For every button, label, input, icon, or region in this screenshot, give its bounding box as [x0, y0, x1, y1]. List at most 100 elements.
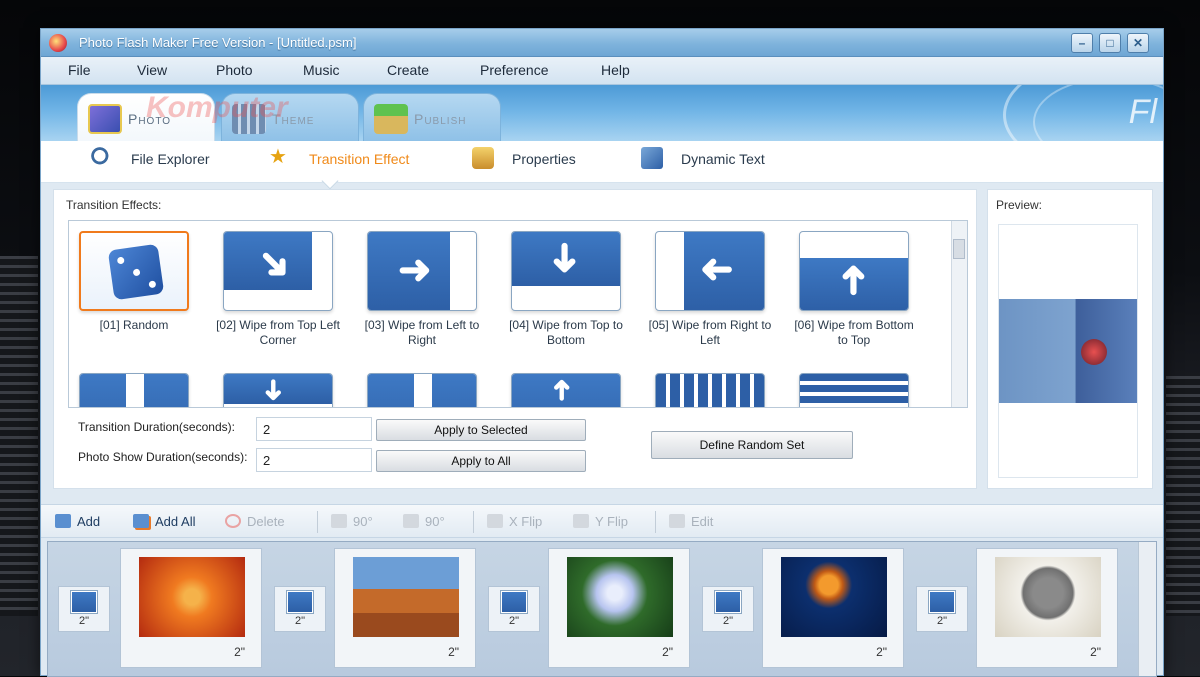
close-button[interactable]: ✕ [1127, 33, 1149, 53]
rotate-left-button[interactable]: 90° [331, 514, 373, 529]
transition-cell[interactable]: 2" [916, 586, 968, 632]
add-button[interactable]: Add [55, 514, 100, 529]
toolbar-separator [317, 511, 318, 533]
photo-duration-field[interactable]: 2 [256, 448, 372, 472]
transition-duration: 2" [722, 615, 734, 627]
photo-thumbnail-flower [139, 557, 245, 637]
apply-to-all-button[interactable]: Apply to All [376, 450, 586, 472]
subtab-file-explorer[interactable]: File Explorer [91, 147, 210, 169]
effects-scrollbar[interactable] [951, 221, 967, 407]
subtab-properties[interactable]: Properties [472, 147, 576, 169]
strip-scrollbar[interactable] [1138, 542, 1156, 676]
delete-icon [225, 514, 241, 528]
effect-wipe-left-right[interactable]: ➜ [03] Wipe from Left to Right [357, 221, 487, 351]
photo-duration: 2" [448, 645, 459, 659]
menu-preference[interactable]: Preference [480, 62, 548, 78]
subtab-dynamic-text[interactable]: Dynamic Text [641, 147, 765, 169]
photo-cell[interactable]: 2" [548, 548, 690, 668]
transition-duration-label: Transition Duration(seconds): [78, 420, 235, 434]
rotate-right-button[interactable]: 90° [403, 514, 445, 529]
background-building [1166, 376, 1200, 616]
menu-file[interactable]: File [68, 62, 91, 78]
properties-icon [472, 147, 494, 169]
blinds-horizontal-icon [799, 373, 909, 407]
preview-panel: Preview: [987, 189, 1153, 489]
rotate-right-icon [403, 514, 419, 528]
photo-thumbnail-jellyfish [781, 557, 887, 637]
photo-cell[interactable]: 2" [762, 548, 904, 668]
menu-music[interactable]: Music [303, 62, 340, 78]
add-all-button[interactable]: Add All [133, 514, 195, 529]
subtab-label: Transition Effect [309, 151, 410, 167]
photo-cell[interactable]: 2" [120, 548, 262, 668]
banner-logo-text: Fl [1128, 93, 1157, 131]
effect-blinds-vertical[interactable] [645, 363, 775, 407]
subtab-label: Properties [512, 151, 576, 167]
menu-help[interactable]: Help [601, 62, 630, 78]
transition-cell[interactable]: 2" [58, 586, 110, 632]
apply-to-selected-button[interactable]: Apply to Selected [376, 419, 586, 441]
maximize-button[interactable]: □ [1099, 33, 1121, 53]
transition-cell[interactable]: 2" [274, 586, 326, 632]
sub-toolbar: File Explorer ★ Transition Effect Proper… [41, 141, 1163, 183]
toolbar-separator [655, 511, 656, 533]
photo-cell[interactable]: 2" [976, 548, 1118, 668]
menu-view[interactable]: View [137, 62, 167, 78]
effect-split[interactable] [69, 363, 199, 407]
effect-up-band[interactable]: ➜ [501, 363, 631, 407]
wipe-split-diagonal-icon [367, 373, 477, 407]
preview-detail [1081, 339, 1107, 365]
effect-blinds-horizontal[interactable] [789, 363, 919, 407]
wipe-left-icon: ➜ [655, 231, 765, 311]
photo-thumbnail-hydrangea [567, 557, 673, 637]
app-icon [49, 34, 67, 52]
transition-icon [71, 591, 97, 613]
photo-cell[interactable]: 2" [334, 548, 476, 668]
delete-button[interactable]: Delete [225, 514, 285, 529]
x-flip-button[interactable]: X Flip [487, 514, 542, 529]
effect-wipe-top-left[interactable]: ➜ [02] Wipe from Top Left Corner [213, 221, 343, 351]
effect-down-band[interactable]: ➜ [213, 363, 343, 407]
toolbar-separator [473, 511, 474, 533]
transition-duration-field[interactable]: 2 [256, 417, 372, 441]
effect-label: [05] Wipe from Right to Left [648, 318, 772, 347]
define-random-set-button[interactable]: Define Random Set [651, 431, 853, 459]
blinds-vertical-icon [655, 373, 765, 407]
transition-icon [929, 591, 955, 613]
effect-wipe-top-bottom[interactable]: ➜ [04] Wipe from Top to Bottom [501, 221, 631, 351]
background-building [0, 256, 38, 616]
magnifier-icon [91, 147, 113, 169]
edit-icon [669, 514, 685, 528]
photo-duration: 2" [662, 645, 673, 659]
transition-duration: 2" [294, 615, 306, 627]
add-photo-icon [55, 514, 71, 528]
y-flip-button[interactable]: Y Flip [573, 514, 628, 529]
menu-photo[interactable]: Photo [216, 62, 253, 78]
edit-button[interactable]: Edit [669, 514, 713, 529]
effects-grid: [01] Random ➜ [02] Wipe from Top Left Co… [68, 220, 968, 408]
minimize-button[interactable]: – [1071, 33, 1093, 53]
menu-create[interactable]: Create [387, 62, 429, 78]
transition-effects-label: Transition Effects: [66, 198, 162, 212]
effect-label: [06] Wipe from Bottom to Top [794, 318, 914, 347]
preview-image [999, 299, 1137, 403]
subtab-transition-effect[interactable]: ★ Transition Effect [269, 147, 410, 167]
transition-cell[interactable]: 2" [488, 586, 540, 632]
transition-duration: 2" [936, 615, 948, 627]
transition-duration: 2" [508, 615, 520, 627]
effect-label: [01] Random [99, 318, 169, 332]
wipe-split-icon [79, 373, 189, 407]
effect-split-diagonal[interactable] [357, 363, 487, 407]
transition-cell[interactable]: 2" [702, 586, 754, 632]
photo-strip: 2" 2" 2" 2" 2" 2" 2" 2" 2" 2" [47, 541, 1157, 677]
wipe-up-icon: ➜ [799, 231, 909, 311]
tab-publish[interactable]: Publish [363, 93, 501, 141]
y-flip-icon [573, 514, 589, 528]
rotate-left-icon [331, 514, 347, 528]
photo-duration: 2" [876, 645, 887, 659]
effect-wipe-bottom-top[interactable]: ➜ [06] Wipe from Bottom to Top [789, 221, 919, 351]
effect-wipe-right-left[interactable]: ➜ [05] Wipe from Right to Left [645, 221, 775, 351]
publish-icon [374, 104, 408, 134]
scrollbar-thumb[interactable] [953, 239, 965, 259]
effect-random[interactable]: [01] Random [69, 221, 199, 351]
